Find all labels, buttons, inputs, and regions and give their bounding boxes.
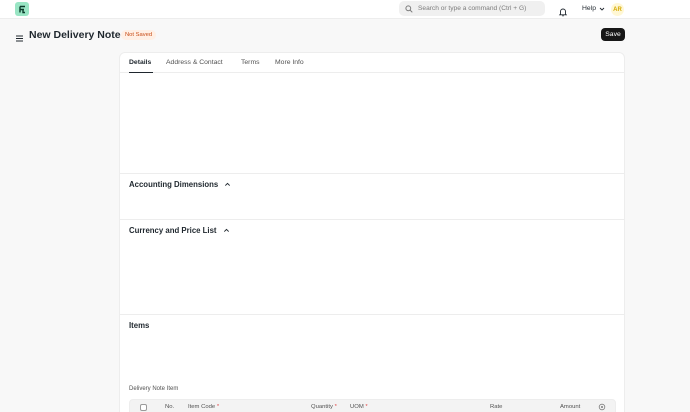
page-title: New Delivery Note: [29, 29, 121, 41]
logo-glyph: [18, 5, 25, 13]
column-amount: Amount: [560, 404, 581, 410]
help-dropdown[interactable]: Help: [582, 5, 605, 12]
search-input[interactable]: Search or type a command (Ctrl + G): [399, 1, 545, 16]
active-tab-indicator: [129, 72, 153, 73]
save-button[interactable]: Save: [601, 28, 625, 41]
required-mark: *: [216, 404, 220, 410]
gear-icon[interactable]: [598, 403, 606, 411]
tab-more-info[interactable]: More Info: [275, 59, 304, 66]
search-icon: [405, 4, 413, 13]
tab-details[interactable]: Details: [129, 59, 151, 66]
section-divider: [120, 219, 624, 220]
bell-icon[interactable]: [558, 4, 568, 17]
section-divider: [120, 314, 624, 315]
select-all-checkbox[interactable]: [140, 404, 147, 411]
form-tabs: Details Address & Contact Terms More Inf…: [120, 53, 624, 73]
column-no: No.: [165, 404, 175, 410]
help-label: Help: [582, 5, 596, 12]
navbar: Search or type a command (Ctrl + G) Help…: [0, 0, 690, 19]
avatar[interactable]: AR: [611, 3, 624, 16]
section-title-currency-price-list: Currency and Price List: [129, 226, 217, 235]
chevron-down-icon: [599, 7, 605, 11]
required-mark: *: [334, 404, 337, 410]
section-divider: [120, 173, 624, 174]
column-rate: Rate: [490, 404, 503, 410]
frappe-logo-icon[interactable]: [15, 2, 29, 16]
required-mark: *: [365, 404, 368, 410]
column-item-code: Item Code *: [188, 404, 220, 410]
form-card: Details Address & Contact Terms More Inf…: [119, 52, 625, 412]
tab-terms[interactable]: Terms: [241, 59, 260, 66]
section-accounting-dimensions[interactable]: Accounting Dimensions: [129, 180, 231, 189]
section-title-accounting-dimensions: Accounting Dimensions: [129, 180, 219, 189]
section-currency-price-list[interactable]: Currency and Price List: [129, 226, 230, 235]
section-items: Items: [129, 321, 149, 330]
status-badge: Not Saved: [121, 30, 157, 40]
sidebar-toggle-icon[interactable]: [15, 30, 24, 42]
chevron-up-icon[interactable]: [224, 181, 231, 188]
avatar-initials: AR: [613, 6, 622, 13]
chevron-up-icon[interactable]: [223, 227, 230, 234]
items-table-label: Delivery Note Item: [129, 386, 179, 392]
section-title-items: Items: [129, 321, 150, 330]
search-placeholder: Search or type a command (Ctrl + G): [418, 5, 527, 12]
tab-address-contact[interactable]: Address & Contact: [166, 59, 223, 66]
column-uom: UOM *: [350, 404, 368, 410]
items-table-header: No. Item Code * Quantity * UOM * Rate Am…: [129, 399, 616, 412]
column-quantity: Quantity *: [311, 404, 337, 410]
